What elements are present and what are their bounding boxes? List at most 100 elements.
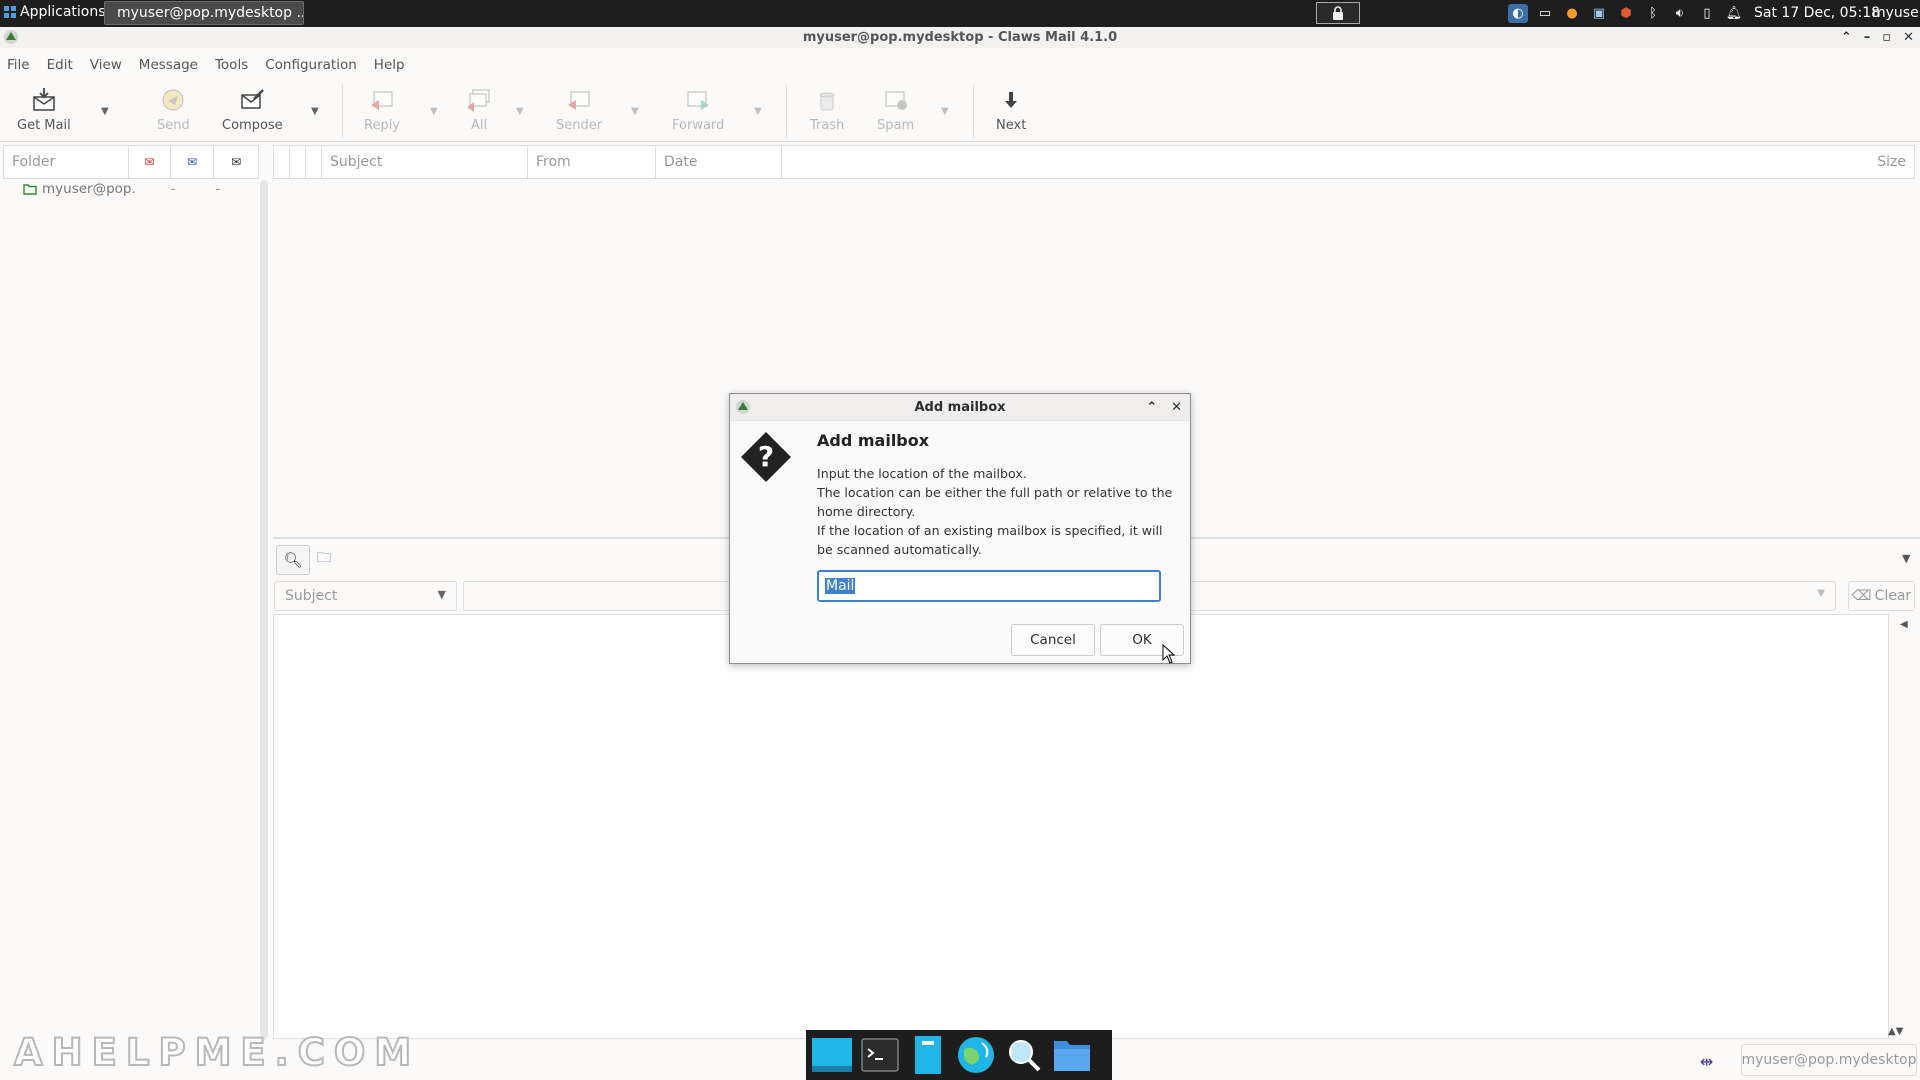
cancel-button[interactable]: Cancel [1011,624,1095,656]
spam-button[interactable]: Spam [877,86,914,133]
new-column-header[interactable]: ✉ [171,146,215,178]
update-icon[interactable]: ◐ [1508,4,1528,23]
quick-search-button[interactable]: 🔍︎ [276,545,310,575]
toolbar-separator [342,84,343,138]
dialog-titlebar[interactable]: Add mailbox ⌃ ✕ [730,394,1190,421]
reply-sender-dropdown-icon[interactable]: ▼ [631,106,639,117]
chevron-down-icon: ▼ [437,588,446,601]
battery-icon[interactable]: ▯ [1697,4,1717,23]
mouse-pointer-icon [1162,644,1176,664]
subject-column-header[interactable]: Subject [322,146,528,178]
top-panel: Applications ⁝ myuser@pop.mydesktop ... … [0,0,1920,27]
unread-column-header[interactable]: ✉ [129,146,171,178]
next-arrow-icon [997,86,1025,114]
menu-configuration[interactable]: Configuration [265,53,357,77]
next-button[interactable]: Next [996,86,1026,133]
menu-view[interactable]: View [90,53,122,77]
get-mail-dropdown-icon[interactable]: ▼ [101,106,109,117]
quicksearch-type-select[interactable]: Subject ▼ [274,581,457,611]
panel-clock[interactable]: Sat 17 Dec, 05:18 [1754,5,1880,21]
web-browser-icon[interactable] [954,1033,998,1077]
folder-icon[interactable] [1050,1033,1094,1077]
size-column-header[interactable]: Size [782,146,1914,178]
display-icon[interactable]: ▣ [1589,4,1609,23]
maximize-icon[interactable]: ▫ [1882,27,1891,48]
lock-icon [1333,6,1343,20]
get-mail-label: Get Mail [17,118,71,133]
minimize-icon[interactable]: – [1864,27,1871,48]
mailbox-location-input[interactable]: Mail [817,570,1161,602]
date-column-header[interactable]: Date [656,146,782,178]
reply-all-label: All [470,118,488,133]
spam-label: Spam [877,118,915,133]
applications-menu[interactable]: Applications ⁝ [4,4,114,20]
main-toolbar: Get Mail ▼ Send Compose ▼ Reply ▼ All ▼ … [0,80,1920,142]
forward-icon [684,86,712,114]
applications-label: Applications [20,4,106,20]
reply-button[interactable]: Reply [364,86,400,133]
window-title: myuser@pop.mydesktop - Claws Mail 4.1.0 [802,30,1118,45]
volume-icon[interactable]: 🔉︎ [1670,4,1690,23]
attachment-column-header[interactable] [306,146,322,178]
notes-icon[interactable]: ▭ [1535,4,1555,23]
trash-button[interactable]: Trash [810,86,844,133]
shade-icon[interactable]: ⌃ [1841,27,1852,48]
shade-icon[interactable]: ⌃ [1146,394,1157,421]
close-icon[interactable]: ✕ [1171,394,1182,421]
folder-column-title[interactable]: Folder [4,146,130,178]
claws-mail-icon [4,30,18,44]
chevron-down-icon[interactable]: ▼ [1817,588,1825,599]
forward-label: Forward [672,118,725,133]
status-column-header[interactable] [290,146,306,178]
scroll-left-icon[interactable]: ◀ [1900,619,1908,630]
menu-file[interactable]: File [7,53,30,77]
get-mail-button[interactable]: Get Mail [17,86,71,133]
scroll-updown-icon[interactable]: ▲▼ [1888,1026,1903,1037]
system-tray: ◐ ▭ ● ▣ ⬢ ᛒ 🔉︎ ▯ 🔔︎ [1508,4,1744,23]
mailbox-location-value: Mail [825,578,856,594]
reply-dropdown-icon[interactable]: ▼ [430,106,438,117]
folder-pane-scrollbar[interactable] [260,180,268,1040]
taskbar-window-button[interactable]: myuser@pop.mydesktop ... [104,1,304,25]
menu-help[interactable]: Help [374,53,405,77]
reply-all-button[interactable]: All [465,86,493,133]
reply-all-dropdown-icon[interactable]: ▼ [516,106,524,117]
online-status-icon[interactable]: ⇹ [1700,1052,1713,1071]
terminal-icon[interactable] [858,1033,902,1077]
folder-view-icon[interactable]: 🗀 [317,547,331,571]
send-label: Send [157,118,190,133]
menu-edit[interactable]: Edit [47,53,73,77]
forward-button[interactable]: Forward [672,86,724,133]
compose-button[interactable]: Compose [222,86,283,133]
firefox-icon[interactable]: ● [1562,4,1582,23]
spam-dropdown-icon[interactable]: ▼ [941,106,949,117]
dialog-line-3: If the location of an existing mailbox i… [817,523,1163,557]
compose-dropdown-icon[interactable]: ▼ [311,106,319,117]
file-manager-icon[interactable] [906,1033,950,1077]
window-titlebar[interactable]: myuser@pop.mydesktop - Claws Mail 4.1.0 … [0,27,1920,48]
shield-icon[interactable]: ⬢ [1616,4,1636,23]
forward-dropdown-icon[interactable]: ▼ [754,106,762,117]
menu-message[interactable]: Message [139,53,198,77]
applications-icon [4,6,16,18]
message-view-pane[interactable] [273,614,1889,1039]
quicksearch-clear-button[interactable]: ⌫ Clear [1848,581,1915,611]
bluetooth-icon[interactable]: ᛒ [1643,4,1663,23]
search-app-icon[interactable] [1002,1033,1046,1077]
reply-sender-button[interactable]: Sender [556,86,602,133]
total-column-header[interactable]: ✉ [214,146,258,178]
window-controls: ⌃ – ▫ ✕ [1841,27,1914,48]
mail-icon: ✉ [231,155,242,169]
show-desktop-icon[interactable] [810,1033,854,1077]
mark-column-header[interactable] [274,146,290,178]
close-icon[interactable]: ✕ [1903,27,1914,48]
panel-user[interactable]: myuser [1872,5,1920,21]
send-button[interactable]: Send [157,86,190,133]
quicksearch-type-value: Subject [285,588,338,604]
notification-bell-icon[interactable]: 🔔︎ [1724,4,1744,23]
lock-screen-button[interactable] [1316,2,1360,24]
reply-label: Reply [364,118,401,133]
from-column-header[interactable]: From [528,146,656,178]
menu-tools[interactable]: Tools [215,53,248,77]
quicksearch-collapse-icon[interactable]: ▼ [1902,552,1910,565]
